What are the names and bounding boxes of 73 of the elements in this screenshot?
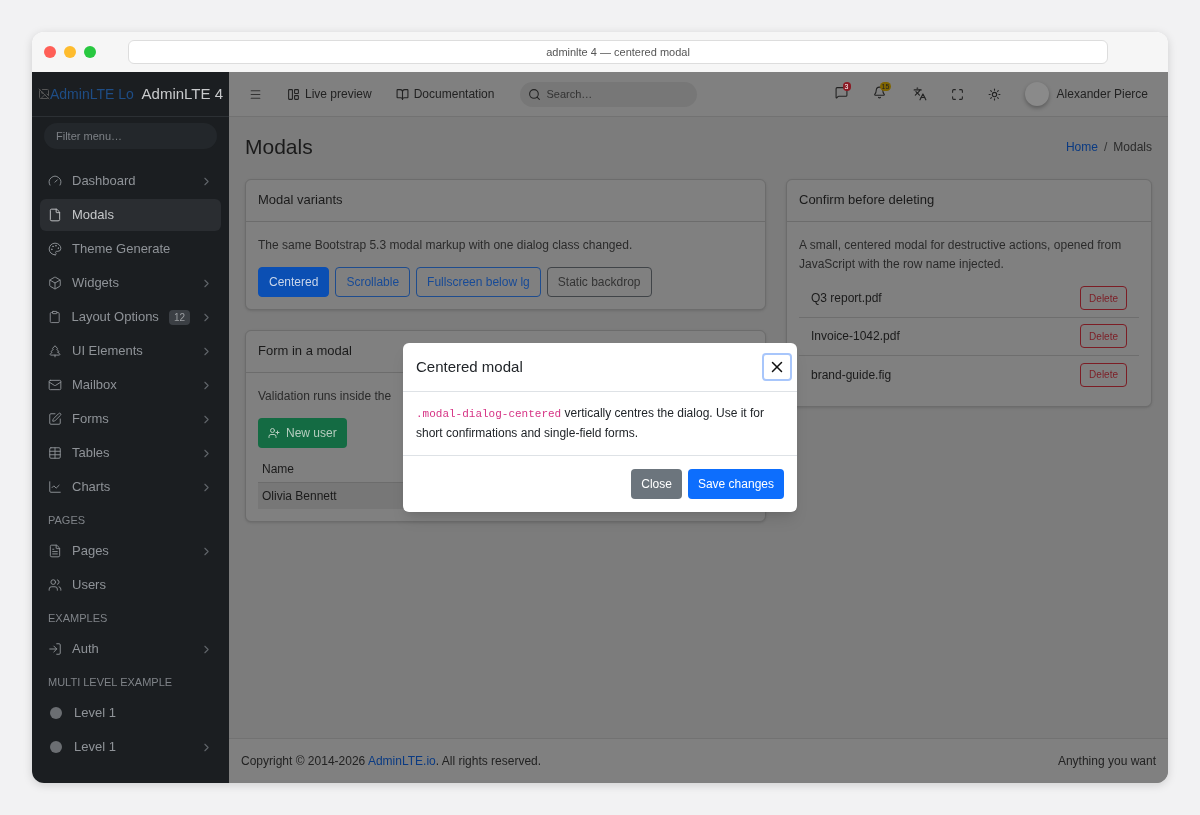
logo-image: AdminLTE Lo (38, 83, 134, 105)
book-icon (395, 87, 409, 101)
gauge-icon (48, 174, 62, 188)
count-badge: 12 (168, 309, 190, 325)
user-name[interactable]: Alexander Pierce (1056, 85, 1148, 103)
sidebar-item[interactable]: Forms (40, 403, 221, 435)
variant-button[interactable]: Centered (258, 266, 330, 297)
sidebar-item[interactable]: Theme Generate (40, 233, 221, 265)
sidebar-item[interactable]: Widgets (40, 267, 221, 299)
section-header: EXAMPLES (47, 610, 109, 626)
table-cell-text: Olivia Bennett (262, 487, 337, 505)
login-icon (48, 642, 62, 656)
sidebar-item[interactable]: Mailbox (40, 369, 221, 401)
sun-icon[interactable] (987, 87, 1001, 101)
maximize-window-icon[interactable] (84, 46, 96, 58)
brand-name: AdminLTE 4 (141, 83, 223, 104)
document-icon (48, 544, 62, 558)
page-title: Modals (245, 134, 313, 160)
tree-icon (48, 344, 62, 358)
fullscreen-icon[interactable] (950, 87, 964, 101)
card-title: Modal variants (246, 179, 765, 222)
sidebar-item[interactable]: Dashboard (40, 165, 221, 197)
search-icon (528, 87, 542, 101)
close-button[interactable] (762, 353, 792, 381)
palette-icon (48, 242, 62, 256)
translate-icon[interactable] (912, 87, 927, 101)
section-header: PAGES (47, 512, 87, 528)
search-input[interactable]: Search… (546, 85, 687, 103)
new-user-button[interactable]: New user (258, 417, 347, 448)
table-icon (48, 446, 62, 460)
section-header: MULTI LEVEL EXAMPLE (47, 674, 174, 690)
file-name: Q3 report.pdf (811, 290, 882, 307)
layout-icon (287, 87, 300, 101)
sidebar-item[interactable]: Tables (40, 437, 221, 469)
add-user-icon (268, 426, 280, 439)
pen-icon (48, 412, 62, 426)
mail-icon (48, 378, 62, 392)
close-modal-button[interactable]: Close (631, 469, 682, 499)
sidebar-item[interactable]: Users (40, 569, 221, 601)
sidebar-item[interactable]: Auth (40, 633, 221, 665)
sidebar-item[interactable]: Pages (40, 535, 221, 567)
variant-button[interactable]: Static backdrop (546, 266, 652, 297)
address-bar[interactable]: adminlte 4 — centered modal (128, 40, 1108, 64)
search-field[interactable]: Search… (520, 81, 698, 107)
breadcrumb-separator: / (1103, 138, 1108, 156)
users-icon (48, 578, 62, 592)
filter-field[interactable]: Filter menu… (44, 123, 217, 149)
menu-icon[interactable] (249, 87, 262, 101)
card-title: Confirm before deleting (787, 179, 1151, 222)
file-name: brand-guide.fig (811, 366, 892, 384)
footer-note: Anything you want (1057, 753, 1156, 770)
sidebar-item[interactable]: Layout Options 12 (40, 301, 221, 333)
card-text: Validation runs inside the (258, 387, 393, 405)
breadcrumb-item: Modals (1113, 138, 1152, 156)
file-name: Invoice-1042.pdf (811, 328, 900, 345)
chart-icon (48, 480, 62, 494)
modal-text: .modal-dialog-centered vertically centres the dialog. Use it for short confirmations and single-field forms. (416, 405, 765, 442)
file-icon (48, 208, 62, 222)
card-text: A small, centered modal for destructive actions, opened from JavaScript with the row name injected. (799, 236, 1123, 273)
sidebar-item[interactable]: Charts (40, 471, 221, 503)
sidebar-item[interactable]: Modals (40, 199, 221, 231)
nav-link[interactable]: Live preview (287, 85, 372, 103)
save-button[interactable]: Save changes (687, 469, 784, 499)
copyright-text: Copyright © 2014-2026 AdminLTE.io. All rights reserved. (241, 753, 542, 770)
card-text: The same Bootstrap 5.3 modal markup with one dialog class changed. (258, 236, 634, 254)
sidebar-item[interactable]: Level 1 (40, 697, 221, 729)
nav-link[interactable]: Documentation (395, 85, 495, 103)
box-icon (48, 276, 62, 290)
sidebar-item[interactable]: Level 1 (40, 731, 221, 763)
close-window-icon[interactable] (44, 46, 56, 58)
sidebar-item[interactable]: UI Elements (40, 335, 221, 367)
footer-link[interactable]: AdminLTE.io (367, 754, 436, 768)
clipboard-icon (48, 310, 62, 324)
